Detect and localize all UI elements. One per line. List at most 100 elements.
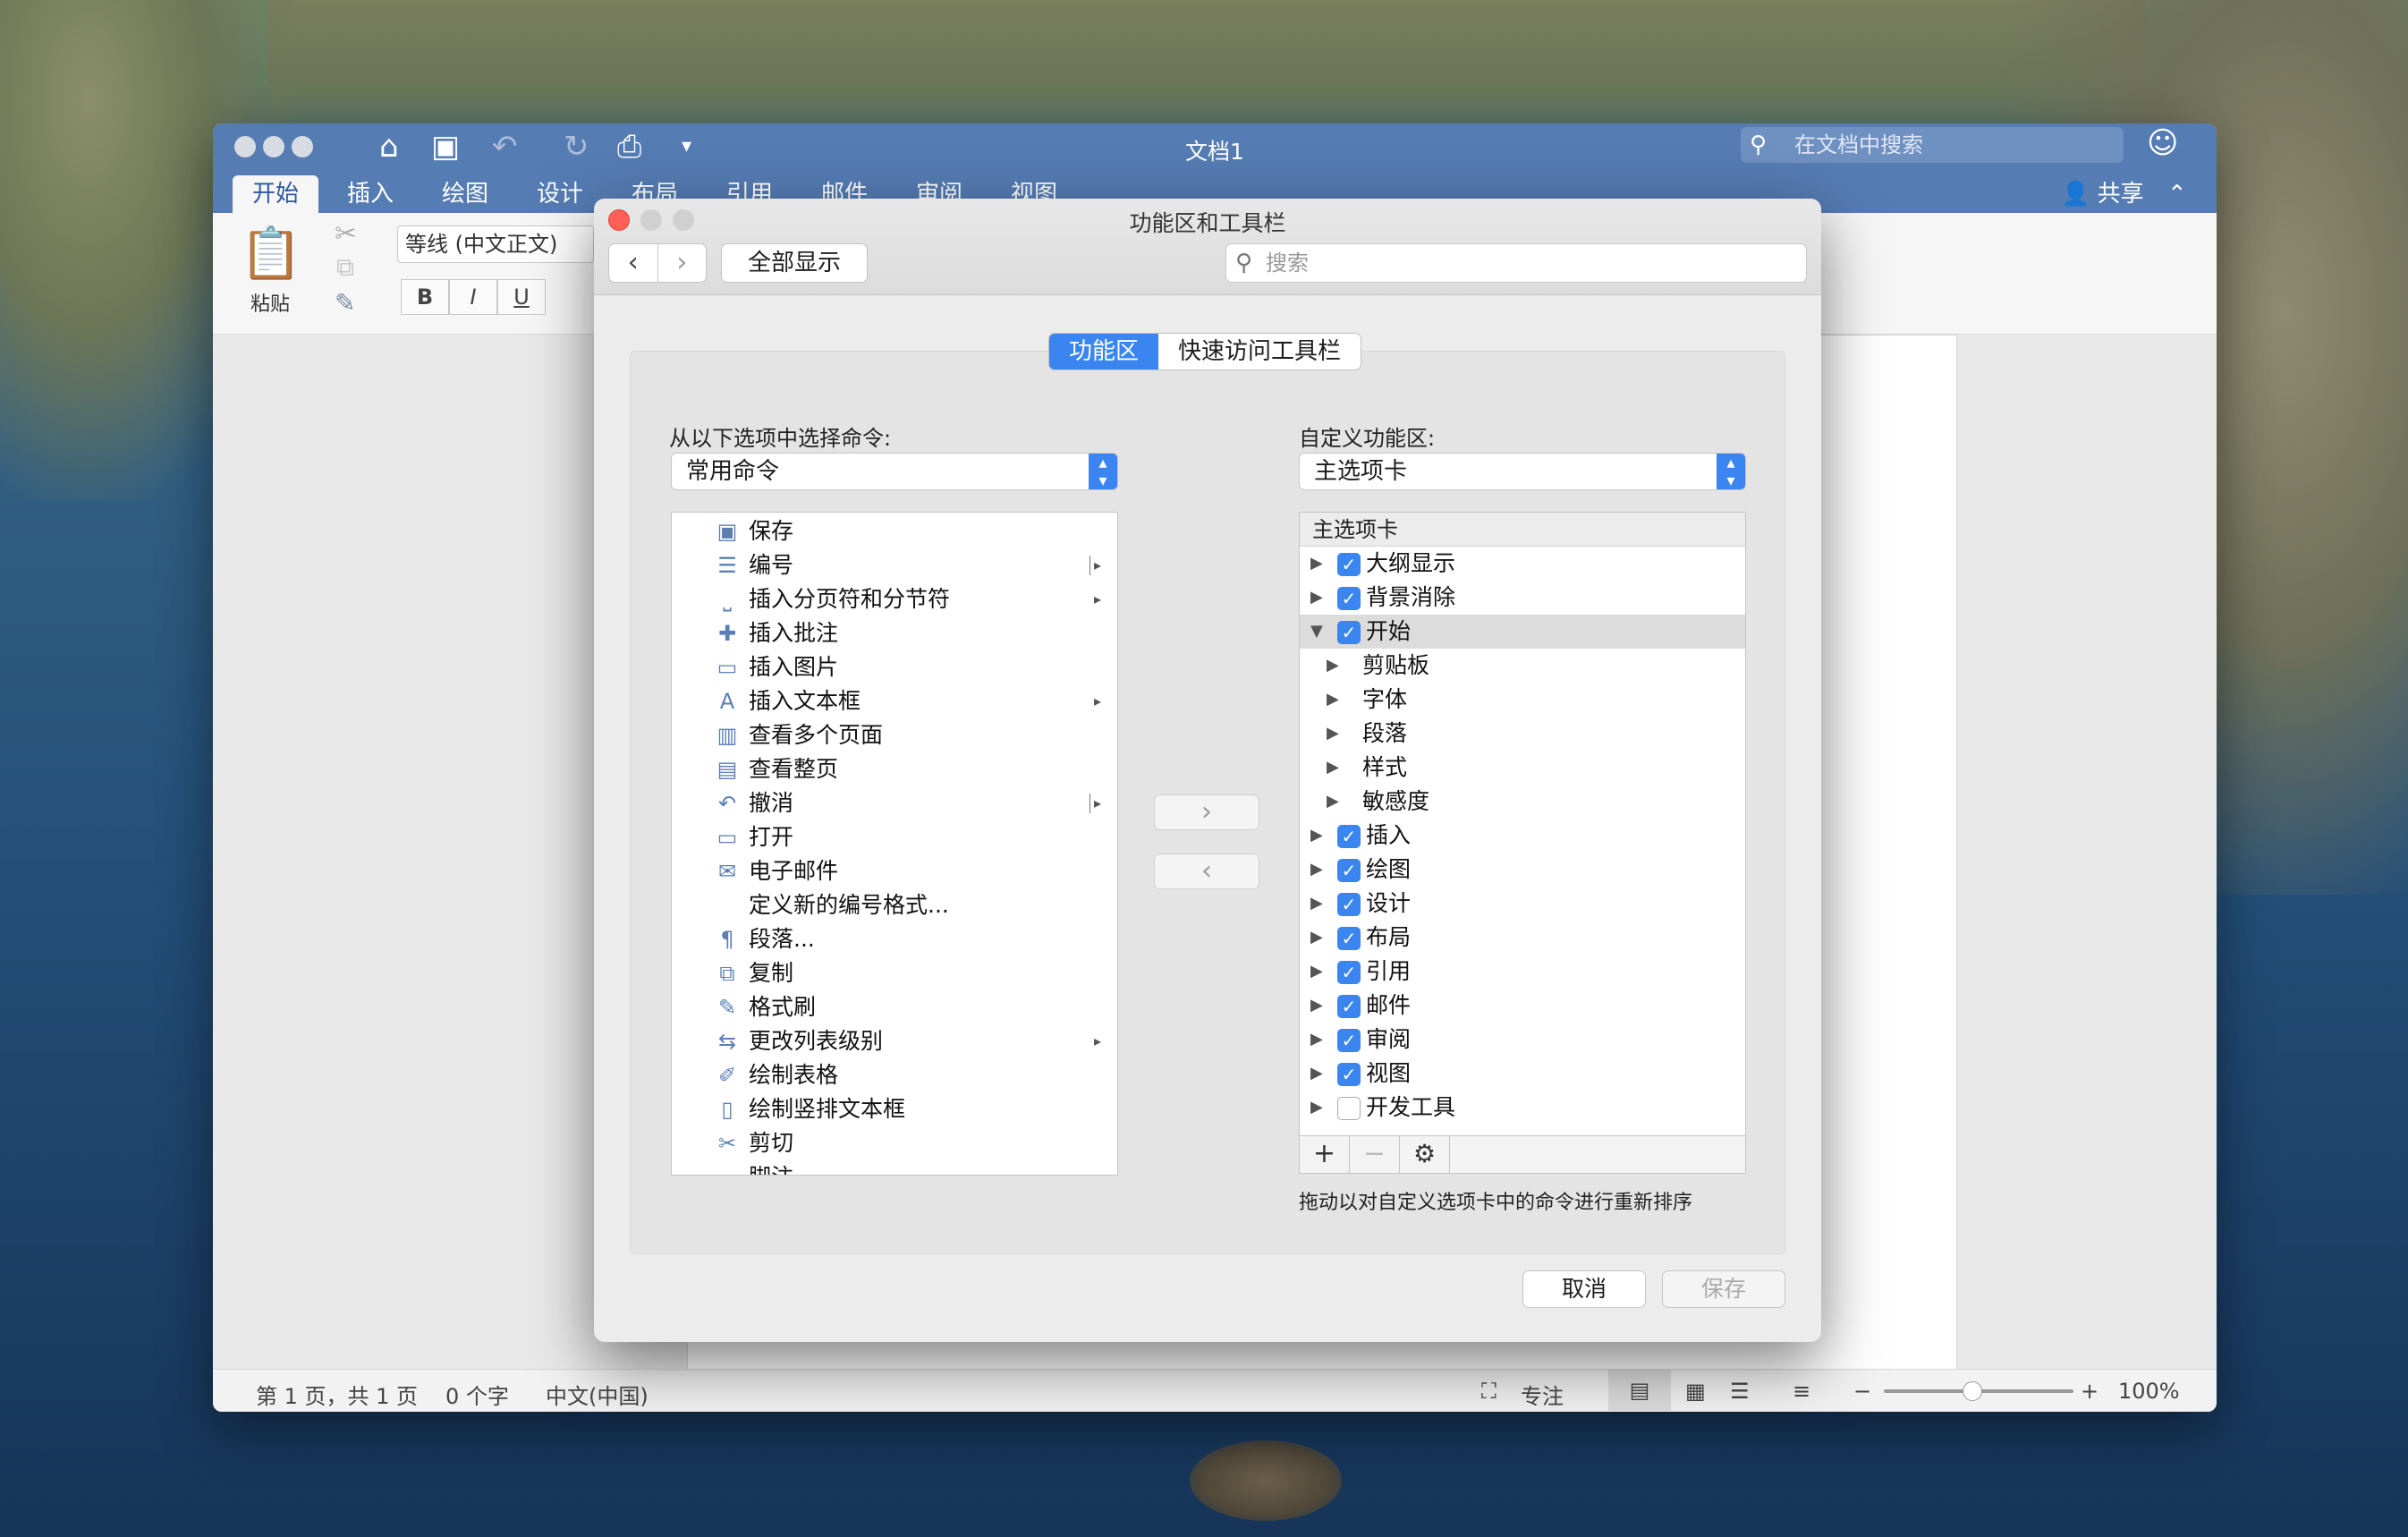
ribbon-group-item[interactable]: ▶敏感度: [1300, 785, 1745, 819]
cut-icon[interactable]: ✂: [335, 218, 357, 250]
save-button[interactable]: 保存: [1662, 1270, 1785, 1308]
tab-visible-checkbox[interactable]: ✓: [1337, 961, 1361, 984]
ribbon-tab-item[interactable]: ▶✓背景消除: [1300, 581, 1745, 615]
ribbon-tab-item[interactable]: ▼✓开始: [1300, 615, 1745, 649]
command-item[interactable]: ▤查看整页: [672, 752, 1117, 786]
disclosure-collapsed-icon[interactable]: ▶: [1327, 683, 1339, 717]
tab-draw[interactable]: 绘图: [442, 175, 488, 213]
font-name-select[interactable]: 等线 (中文正文): [397, 225, 594, 263]
disclosure-collapsed-icon[interactable]: ▶: [1327, 751, 1339, 785]
add-tab-icon[interactable]: +: [1300, 1136, 1350, 1173]
back-chevron-icon[interactable]: ‹: [609, 244, 657, 282]
command-item[interactable]: ▯绘制竖排文本框: [672, 1092, 1117, 1126]
feedback-smiley-icon[interactable]: ☺: [2147, 125, 2178, 161]
copy-icon[interactable]: ⧉: [336, 252, 354, 283]
focus-mode-icon[interactable]: ⛶: [1481, 1379, 1497, 1404]
disclosure-collapsed-icon[interactable]: ▶: [1310, 921, 1323, 955]
command-item[interactable]: ↶撤消▸: [672, 786, 1117, 820]
command-item[interactable]: ✂剪切: [672, 1126, 1117, 1160]
show-all-button[interactable]: 全部显示: [721, 243, 868, 283]
disclosure-collapsed-icon[interactable]: ▶: [1310, 1023, 1323, 1057]
add-to-ribbon-button[interactable]: ›: [1154, 794, 1259, 830]
disclosure-collapsed-icon[interactable]: ▶: [1310, 547, 1323, 581]
tab-ribbon[interactable]: 功能区: [1049, 334, 1158, 369]
command-item[interactable]: ▭插入图片: [672, 650, 1117, 684]
ribbon-group-item[interactable]: ▶剪贴板: [1300, 649, 1745, 683]
command-item[interactable]: A插入文本框▸: [672, 684, 1117, 718]
clipboard-paste-icon[interactable]: 📋: [240, 224, 302, 283]
zoom-in-icon[interactable]: +: [2081, 1379, 2099, 1404]
disclosure-collapsed-icon[interactable]: ▶: [1327, 649, 1339, 683]
command-item[interactable]: ✉电子邮件: [672, 854, 1117, 888]
tab-visible-checkbox[interactable]: ✓: [1337, 893, 1361, 916]
disclosure-collapsed-icon[interactable]: ▶: [1310, 853, 1323, 887]
outline-view-icon[interactable]: ☰: [1730, 1379, 1750, 1404]
commands-list[interactable]: ▣保存☰编号▸⎵插入分页符和分节符▸✚插入批注▭插入图片A插入文本框▸▥查看多个…: [671, 512, 1118, 1176]
focus-mode-label[interactable]: 专注: [1521, 1379, 1564, 1410]
document-search-input[interactable]: ⚲ 在文档中搜索: [1741, 127, 2124, 163]
disclosure-collapsed-icon[interactable]: ▶: [1310, 581, 1323, 615]
ribbon-tab-item[interactable]: ▶✓布局: [1300, 921, 1745, 955]
ribbon-tabs-tree[interactable]: 主选项卡 ▶✓大纲显示▶✓背景消除▼✓开始▶剪贴板▶字体▶段落▶样式▶敏感度▶✓…: [1299, 512, 1746, 1136]
ribbon-tab-item[interactable]: ▶✓视图: [1300, 1057, 1745, 1091]
ribbon-tab-item[interactable]: ▶✓大纲显示: [1300, 547, 1745, 581]
command-item[interactable]: ⎵插入分页符和分节符▸: [672, 582, 1117, 616]
command-item[interactable]: ☰编号▸: [672, 548, 1117, 582]
tab-visible-checkbox[interactable]: ✓: [1337, 927, 1361, 950]
tab-visible-checkbox[interactable]: ✓: [1337, 553, 1361, 576]
collapse-ribbon-icon[interactable]: ⌃: [2167, 181, 2187, 208]
remove-tab-icon[interactable]: −: [1350, 1136, 1400, 1173]
ribbon-group-item[interactable]: ▶字体: [1300, 683, 1745, 717]
underline-button[interactable]: U: [497, 279, 546, 315]
language-indicator[interactable]: 中文(中国): [546, 1379, 649, 1410]
tab-quick-access-toolbar[interactable]: 快速访问工具栏: [1158, 334, 1361, 369]
tab-visible-checkbox[interactable]: ✓: [1337, 587, 1361, 610]
command-item[interactable]: ▥查看多个页面: [672, 718, 1117, 752]
tab-insert[interactable]: 插入: [347, 175, 394, 213]
italic-button[interactable]: I: [449, 279, 497, 315]
remove-from-ribbon-button[interactable]: ‹: [1154, 853, 1259, 889]
ribbon-tab-item[interactable]: ▶✓审阅: [1300, 1023, 1745, 1057]
dialog-search-input[interactable]: ⚲ 搜索: [1225, 243, 1807, 283]
tab-visible-checkbox[interactable]: [1337, 1097, 1361, 1120]
disclosure-collapsed-icon[interactable]: ▶: [1310, 887, 1323, 921]
zoom-out-icon[interactable]: −: [1853, 1379, 1871, 1404]
forward-chevron-icon[interactable]: ›: [657, 244, 707, 282]
command-item[interactable]: ¶段落...: [672, 922, 1117, 956]
disclosure-collapsed-icon[interactable]: ▶: [1310, 955, 1323, 989]
command-item[interactable]: ✚插入批注: [672, 616, 1117, 650]
share-button[interactable]: 👤 共享 ⌃: [2061, 175, 2187, 213]
tab-design[interactable]: 设计: [537, 175, 583, 213]
command-item[interactable]: ⇆更改列表级别▸: [672, 1024, 1117, 1058]
format-painter-icon[interactable]: ✎: [335, 288, 355, 318]
disclosure-collapsed-icon[interactable]: ▶: [1310, 819, 1323, 853]
ribbon-tab-item[interactable]: ▶✓设计: [1300, 887, 1745, 921]
disclosure-collapsed-icon[interactable]: ▶: [1310, 1091, 1323, 1125]
command-item[interactable]: ⧉复制: [672, 956, 1117, 990]
zoom-slider-knob[interactable]: [1963, 1381, 1982, 1401]
disclosure-expanded-icon[interactable]: ▼: [1310, 615, 1323, 649]
tab-home[interactable]: 开始: [233, 175, 318, 213]
command-item[interactable]: ✎格式刷: [672, 990, 1117, 1024]
disclosure-collapsed-icon[interactable]: ▶: [1327, 785, 1339, 819]
tab-visible-checkbox[interactable]: ✓: [1337, 995, 1361, 1018]
command-item[interactable]: ✐绘制表格: [672, 1058, 1117, 1092]
command-item[interactable]: ▣保存: [672, 514, 1117, 548]
ribbon-tab-item[interactable]: ▶✓绘图: [1300, 853, 1745, 887]
bold-button[interactable]: B: [401, 279, 449, 315]
ribbon-tab-item[interactable]: ▶✓插入: [1300, 819, 1745, 853]
zoom-level[interactable]: 100%: [2118, 1379, 2180, 1404]
web-layout-icon[interactable]: ▦: [1685, 1379, 1706, 1404]
command-item[interactable]: ▭打开: [672, 820, 1117, 854]
gear-icon[interactable]: ⚙: [1400, 1136, 1450, 1173]
tab-visible-checkbox[interactable]: ✓: [1337, 859, 1361, 882]
commands-source-select[interactable]: 常用命令 ▴▾: [671, 453, 1118, 490]
tab-visible-checkbox[interactable]: ✓: [1337, 825, 1361, 848]
draft-view-icon[interactable]: ≡: [1793, 1379, 1810, 1404]
ribbon-group-item[interactable]: ▶样式: [1300, 751, 1745, 785]
tab-visible-checkbox[interactable]: ✓: [1337, 621, 1361, 644]
ribbon-tab-item[interactable]: ▶✓邮件: [1300, 989, 1745, 1023]
disclosure-collapsed-icon[interactable]: ▶: [1310, 989, 1323, 1023]
ribbon-tab-item[interactable]: ▶开发工具: [1300, 1091, 1745, 1125]
cancel-button[interactable]: 取消: [1522, 1270, 1646, 1308]
